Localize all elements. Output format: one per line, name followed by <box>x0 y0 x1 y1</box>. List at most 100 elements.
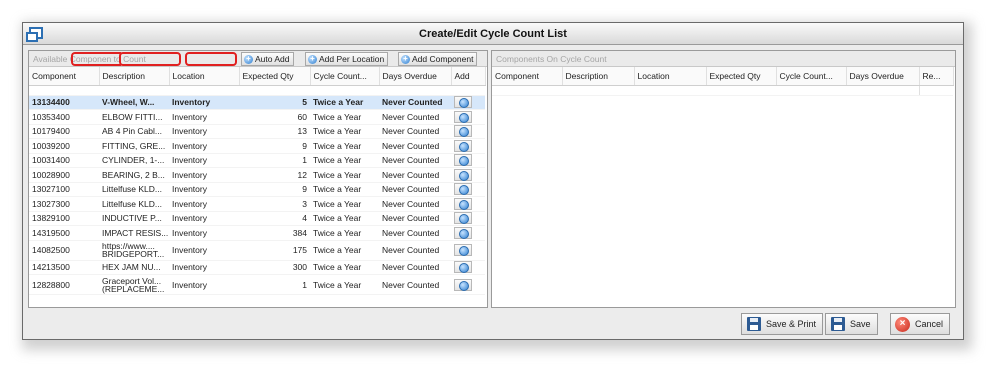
cell-description: https://www.... BRIDGEPORT... <box>99 240 169 261</box>
table-row[interactable]: 10179400 AB 4 Pin Cabl... Inventory 13 T… <box>29 124 485 139</box>
cell-cycle-count: Twice a Year <box>310 95 379 110</box>
cell-location: Inventory <box>169 167 239 183</box>
cell-expected-qty: 60 <box>239 109 310 125</box>
table-row[interactable]: 13027100 Littelfuse KLD... Inventory 9 T… <box>29 182 485 197</box>
add-row-button[interactable] <box>454 110 472 123</box>
cell-location: Inventory <box>169 211 239 226</box>
available-components-panel: Available Componen to Count + Auto Add + A… <box>28 50 488 308</box>
cell-expected-qty: 12 <box>239 167 310 183</box>
table-row[interactable]: 14213500 HEX JAM NU... Inventory 300 Twi… <box>29 260 485 275</box>
dialog-footer: Save & Print Save × Cancel <box>23 313 963 337</box>
cell-component: 13027300 <box>29 196 99 212</box>
cell-expected-qty: 384 <box>239 225 310 241</box>
cell-days-overdue: Never Counted <box>379 138 451 154</box>
auto-add-button[interactable]: + Auto Add <box>241 52 294 66</box>
column-header-component[interactable]: Component <box>492 67 563 86</box>
add-row-button[interactable] <box>454 125 472 138</box>
cell-description: Graceport Vol... (REPLACEME... <box>99 274 169 295</box>
add-row-button[interactable] <box>454 139 472 152</box>
cell-component: 13829100 <box>29 211 99 226</box>
cell-location: Inventory <box>169 225 239 241</box>
cell-expected-qty: 3 <box>239 196 310 212</box>
column-header-expected-qty[interactable]: Expected Qty <box>239 67 311 86</box>
add-row-button[interactable] <box>454 197 472 210</box>
cell-expected-qty: 9 <box>239 182 310 197</box>
cell-location: Inventory <box>169 153 239 168</box>
red-annotation-mark <box>119 52 181 66</box>
cell-location: Inventory <box>169 109 239 125</box>
column-header-expected-qty[interactable]: Expected Qty <box>706 67 777 86</box>
cell-days-overdue: Never Counted <box>379 167 451 183</box>
column-header-days-overdue[interactable]: Days Overdue <box>379 67 452 86</box>
add-row-button[interactable] <box>454 261 472 274</box>
table-row[interactable]: 13829100 INDUCTIVE P... Inventory 4 Twic… <box>29 211 485 226</box>
cell-cycle-count: Twice a Year <box>310 167 379 183</box>
column-header-cycle-count[interactable]: Cycle Count... <box>776 67 847 86</box>
cell-cycle-count: Twice a Year <box>310 153 379 168</box>
cell-days-overdue: Never Counted <box>379 274 451 295</box>
cancel-button[interactable]: × Cancel <box>890 313 951 335</box>
components-on-cycle-count-table: Component Description Location Expected … <box>492 67 954 96</box>
column-header-remove[interactable]: Re... <box>919 67 954 86</box>
add-per-location-button[interactable]: + Add Per Location <box>305 52 389 66</box>
cell-days-overdue: Never Counted <box>379 109 451 125</box>
add-row-button[interactable] <box>454 212 472 225</box>
cell-days-overdue: Never Counted <box>379 182 451 197</box>
cell-component: 13134400 <box>29 95 99 110</box>
cell-component: 14319500 <box>29 225 99 241</box>
column-header-description[interactable]: Description <box>562 67 635 86</box>
add-row-button[interactable] <box>454 226 472 239</box>
add-row-button[interactable] <box>454 168 472 181</box>
column-header-days-overdue[interactable]: Days Overdue <box>846 67 920 86</box>
column-header-cycle-count[interactable]: Cycle Count... <box>310 67 380 86</box>
cell-component: 14082500 <box>29 240 99 261</box>
add-row-button[interactable] <box>454 96 472 109</box>
available-components-table: Component Description Location Expected … <box>29 67 486 295</box>
table-row[interactable]: 10039200 FITTING, GRE... Inventory 9 Twi… <box>29 138 485 154</box>
add-row-button[interactable] <box>454 278 472 291</box>
cell-days-overdue: Never Counted <box>379 124 451 139</box>
column-header-location[interactable]: Location <box>169 67 240 86</box>
cell-expected-qty: 1 <box>239 274 310 295</box>
add-row-button[interactable] <box>454 244 472 256</box>
table-row[interactable]: 14082500 https://www.... BRIDGEPORT... I… <box>29 240 485 261</box>
table-row[interactable]: 10028900 BEARING, 2 B... Inventory 12 Tw… <box>29 167 485 183</box>
table-row[interactable]: 13134400 V-Wheel, W... Inventory 5 Twice… <box>29 95 485 110</box>
cell-cycle-count: Twice a Year <box>310 124 379 139</box>
cell-component: 12828800 <box>29 274 99 295</box>
cycle-count-dialog: Create/Edit Cycle Count List Available C… <box>22 22 964 340</box>
cell-days-overdue: Never Counted <box>379 153 451 168</box>
cell-cycle-count: Twice a Year <box>310 196 379 212</box>
cell-days-overdue: Never Counted <box>379 260 451 275</box>
column-header-add[interactable]: Add <box>451 67 486 86</box>
add-row-button[interactable] <box>454 154 472 167</box>
add-row-button[interactable] <box>454 183 472 196</box>
table-row[interactable]: 13027300 Littelfuse KLD... Inventory 3 T… <box>29 196 485 212</box>
save-button[interactable]: Save <box>825 313 878 335</box>
cell-location: Inventory <box>169 138 239 154</box>
cell-description: HEX JAM NU... <box>99 260 169 275</box>
cancel-icon: × <box>895 317 910 332</box>
cell-expected-qty: 1 <box>239 153 310 168</box>
cell-expected-qty: 175 <box>239 240 310 261</box>
save-disk-icon <box>831 317 845 331</box>
add-component-button[interactable]: + Add Component <box>398 52 478 66</box>
table-row[interactable]: 12828800 Graceport Vol... (REPLACEME... … <box>29 274 485 295</box>
cell-component: 13027100 <box>29 182 99 197</box>
table-row[interactable]: 10031400 CYLINDER, 1-... Inventory 1 Twi… <box>29 153 485 168</box>
save-disk-icon <box>747 317 761 331</box>
cell-location: Inventory <box>169 196 239 212</box>
column-header-location[interactable]: Location <box>634 67 707 86</box>
column-header-description[interactable]: Description <box>99 67 170 86</box>
cell-cycle-count: Twice a Year <box>310 182 379 197</box>
cell-description: Littelfuse KLD... <box>99 196 169 212</box>
table-row[interactable]: 10353400 ELBOW FITTI... Inventory 60 Twi… <box>29 109 485 125</box>
save-and-print-button[interactable]: Save & Print <box>741 313 824 335</box>
available-components-header: Available Componen to Count + Auto Add + A… <box>29 51 487 67</box>
cell-location: Inventory <box>169 182 239 197</box>
table-row[interactable]: 14319500 IMPACT RESIS... Inventory 384 T… <box>29 225 485 241</box>
cell-days-overdue: Never Counted <box>379 211 451 226</box>
cell-expected-qty: 13 <box>239 124 310 139</box>
red-annotation-mark <box>185 52 237 66</box>
column-header-component[interactable]: Component <box>29 67 100 86</box>
